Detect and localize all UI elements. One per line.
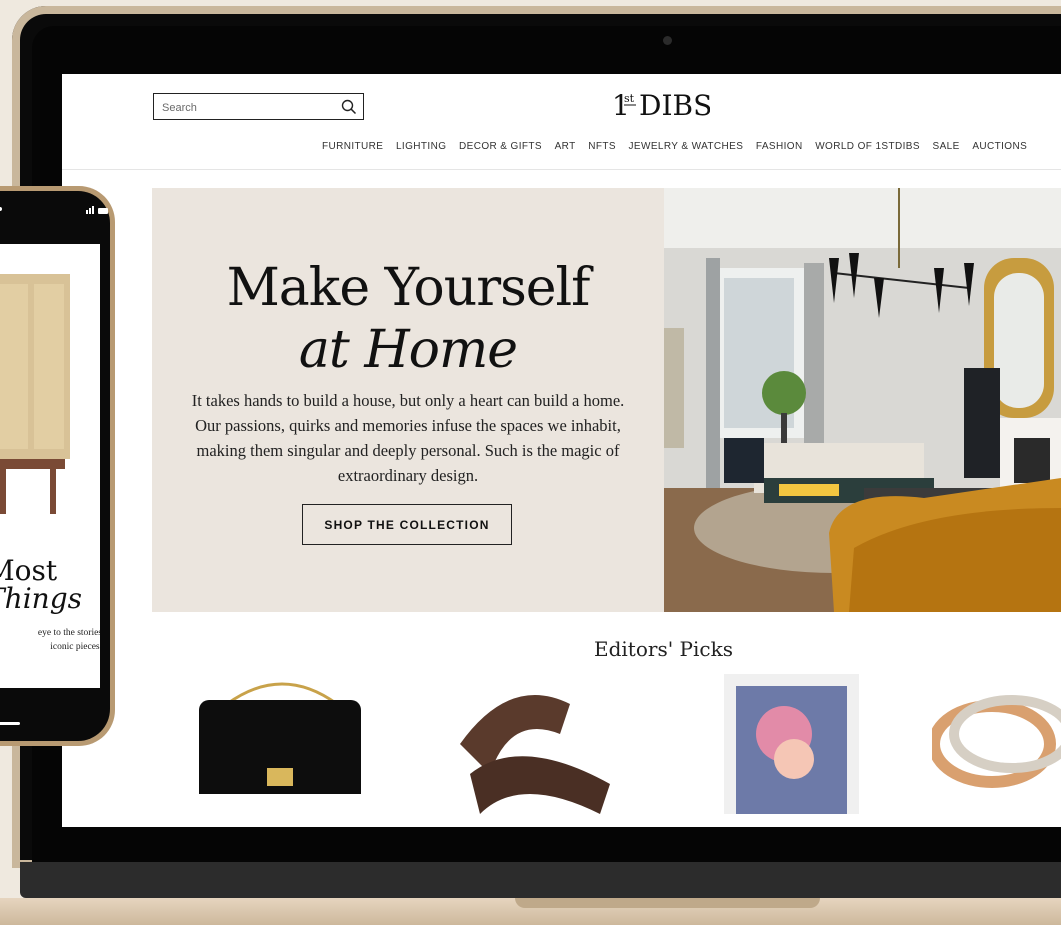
hero-body: It takes hands to build a house, but onl… bbox=[191, 391, 625, 485]
hero-text-panel: Make Yourself at Home It takes hands to … bbox=[152, 188, 664, 612]
product-handbag[interactable] bbox=[197, 674, 367, 794]
shop-collection-button[interactable]: SHOP THE COLLECTION bbox=[302, 504, 512, 545]
phone-cabinet-image[interactable] bbox=[0, 274, 80, 524]
search-icon[interactable] bbox=[341, 99, 357, 115]
phone-frame: Most Things eye to the stories iconic pi… bbox=[0, 186, 115, 746]
search-box[interactable] bbox=[153, 93, 364, 120]
nav-decor-gifts[interactable]: DECOR & GIFTS bbox=[459, 141, 542, 152]
nav-fashion[interactable]: FASHION bbox=[756, 141, 803, 152]
site-logo[interactable]: 1 st DIBS bbox=[610, 88, 712, 128]
hero-banner: Make Yourself at Home It takes hands to … bbox=[152, 188, 1061, 612]
hero-interior-photo[interactable] bbox=[664, 188, 1061, 612]
nav-lighting[interactable]: LIGHTING bbox=[396, 141, 446, 152]
nav-art[interactable]: ART bbox=[555, 141, 576, 152]
nav-auctions[interactable]: AUCTIONS bbox=[972, 141, 1027, 152]
logo-mark: 1 st DIBS bbox=[612, 89, 712, 122]
nav-sale[interactable]: SALE bbox=[933, 141, 960, 152]
header-divider bbox=[62, 169, 1061, 170]
phone-copy-line2: iconic pieces. bbox=[50, 642, 100, 652]
svg-text:DIBS: DIBS bbox=[639, 89, 710, 120]
phone-copy-line1: eye to the stories bbox=[37, 628, 100, 638]
laptop-base-notch bbox=[515, 898, 820, 908]
main-nav: FURNITURE LIGHTING DECOR & GIFTS ART NFT… bbox=[322, 141, 1040, 152]
nav-nfts[interactable]: NFTS bbox=[588, 141, 616, 152]
nav-jewelry-watches[interactable]: JEWELRY & WATCHES bbox=[629, 141, 744, 152]
svg-text:st: st bbox=[624, 92, 635, 105]
laptop-screen: 1 st DIBS FURNITURE LIGHTING DECOR & GIF… bbox=[62, 74, 1061, 827]
product-sofa[interactable] bbox=[450, 674, 620, 824]
phone-status-bar bbox=[0, 202, 108, 222]
phone-status-icons bbox=[0, 206, 108, 214]
camera-dot bbox=[663, 36, 672, 45]
phone-screen: Most Things eye to the stories iconic pi… bbox=[0, 244, 100, 688]
hero-title-line1: Make Yourself bbox=[226, 258, 591, 318]
product-artwork[interactable] bbox=[724, 674, 859, 814]
product-rings[interactable] bbox=[932, 674, 1061, 794]
editors-picks-heading: Editors' Picks bbox=[594, 637, 733, 661]
phone-home-indicator[interactable] bbox=[0, 722, 20, 725]
laptop-chin bbox=[20, 862, 1061, 898]
search-input[interactable] bbox=[160, 99, 334, 117]
nav-world-of-1stdibs[interactable]: WORLD OF 1STDIBS bbox=[815, 141, 920, 152]
hero-title-line2: at Home bbox=[298, 320, 518, 380]
phone-headline-line2: Things bbox=[0, 582, 82, 615]
nav-furniture[interactable]: FURNITURE bbox=[322, 141, 383, 152]
